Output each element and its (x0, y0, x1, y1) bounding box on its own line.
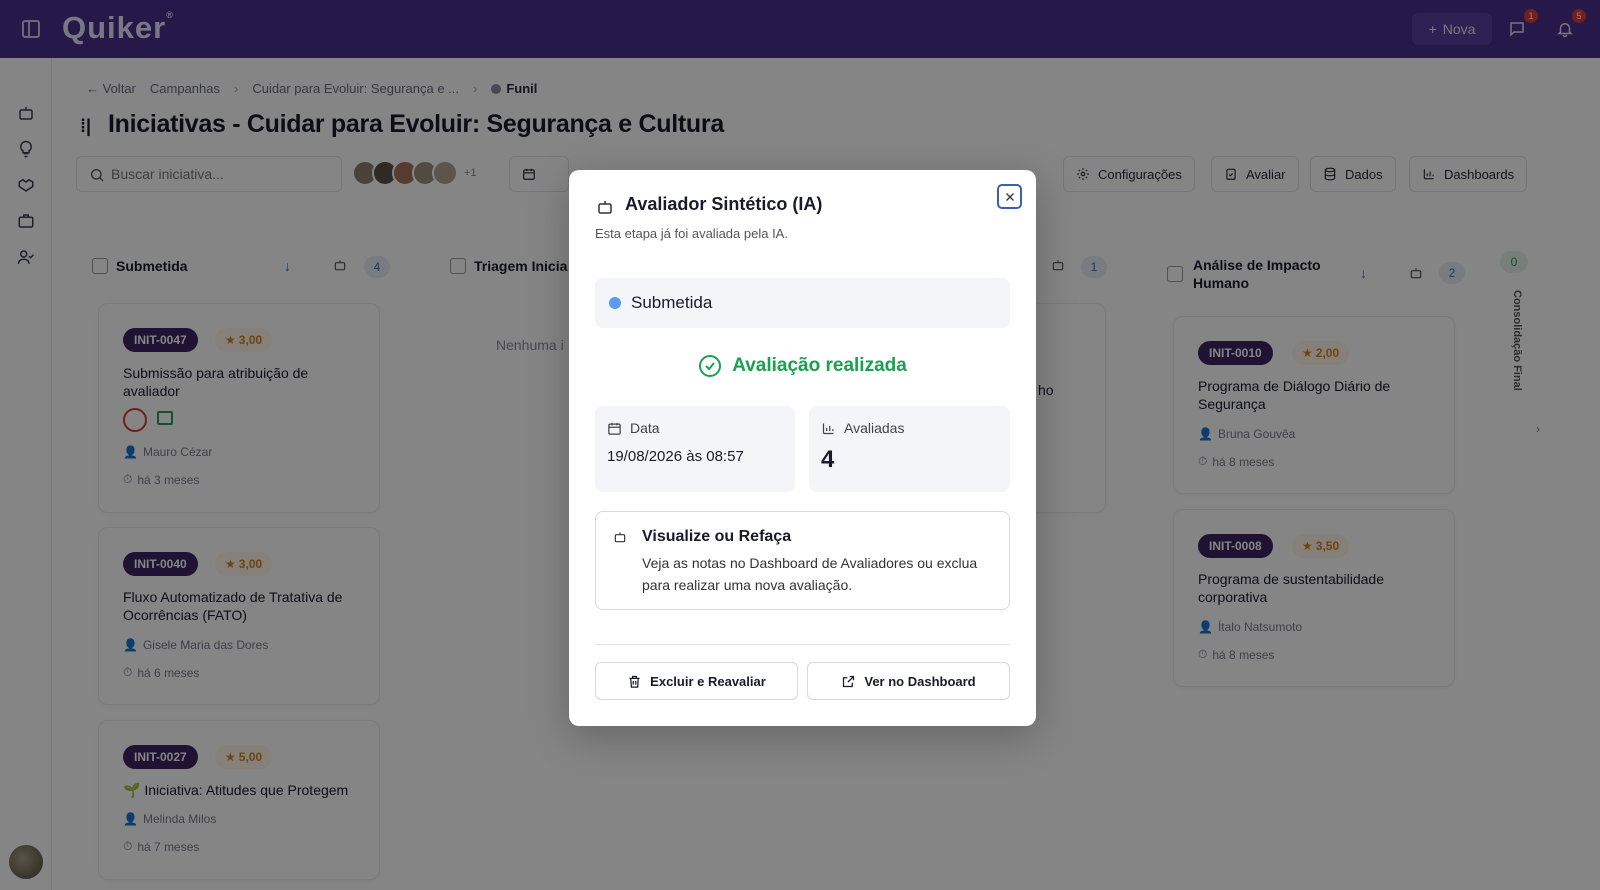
bar-chart-icon (822, 423, 834, 434)
date-label: Data (607, 420, 660, 436)
close-icon (1005, 192, 1014, 201)
status-text: Avaliação realizada (732, 355, 907, 376)
view-dashboard-button[interactable]: Ver no Dashboard (807, 662, 1010, 700)
date-value: 19/08/2026 às 08:57 (607, 448, 744, 465)
calendar-icon (608, 422, 621, 435)
ai-evaluator-modal: Avaliador Sintético (IA) Esta etapa já f… (569, 170, 1036, 726)
evaluated-label: Avaliadas (821, 420, 904, 436)
delete-reevaluate-button[interactable]: Excluir e Reavaliar (595, 662, 798, 700)
close-button[interactable] (997, 184, 1022, 209)
stage-dot-icon (609, 297, 621, 309)
stage-name: Submetida (631, 293, 713, 312)
modal-subtitle: Esta etapa já foi avaliada pela IA. (595, 226, 788, 241)
trash-icon (629, 675, 640, 688)
notice-box: Visualize ou Refaça Veja as notas no Das… (595, 511, 1010, 610)
external-link-icon (843, 675, 855, 687)
stage-box: Submetida (595, 278, 1010, 328)
notice-text: Veja as notas no Dashboard de Avaliadore… (642, 555, 978, 593)
status-line: Avaliação realizada (569, 354, 1036, 378)
modal-title: Avaliador Sintético (IA) (625, 194, 823, 214)
evaluated-info-box: Avaliadas 4 (809, 406, 1010, 492)
evaluated-value: 4 (821, 446, 835, 473)
notice-title: Visualize ou Refaça (642, 528, 792, 545)
robot-icon (614, 532, 626, 543)
check-circle-icon (699, 355, 722, 377)
robot-icon (598, 201, 612, 214)
date-info-box: Data 19/08/2026 às 08:57 (595, 406, 795, 492)
divider (595, 644, 1010, 645)
